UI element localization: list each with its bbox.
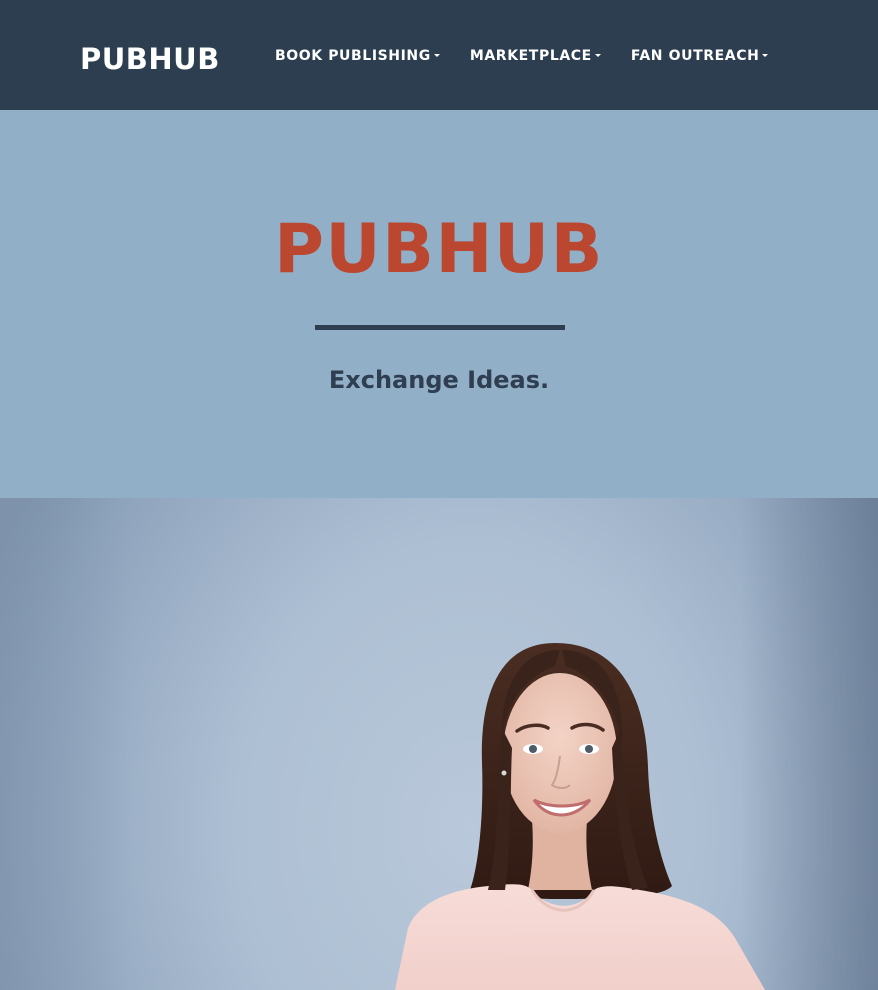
caret-down-icon <box>762 53 769 57</box>
hero-photo <box>0 498 878 990</box>
navbar: PUBHUB BOOK PUBLISHING MARKETPLACE FAN O… <box>0 0 878 110</box>
brand-logo-link[interactable]: PUBHUB <box>80 39 220 79</box>
caret-down-icon <box>433 53 440 57</box>
hero-tagline: Exchange Ideas. <box>328 366 550 394</box>
hero-title: PUBHUB <box>274 210 604 289</box>
hero-divider <box>315 325 565 330</box>
nav-item-marketplace[interactable]: MARKETPLACE <box>470 45 601 67</box>
nav-item-label: BOOK PUBLISHING <box>275 48 431 64</box>
nav-item-label: FAN OUTREACH <box>630 48 760 64</box>
nav-menu: BOOK PUBLISHING MARKETPLACE FAN OUTREACH <box>275 45 769 67</box>
hero-section: PUBHUB Exchange Ideas. <box>0 110 878 498</box>
nav-item-book-publishing[interactable]: BOOK PUBLISHING <box>275 45 440 67</box>
caret-down-icon <box>594 53 601 57</box>
nav-item-label: MARKETPLACE <box>469 48 592 64</box>
smiling-woman-illustration <box>0 498 878 990</box>
nav-item-fan-outreach[interactable]: FAN OUTREACH <box>631 45 769 67</box>
